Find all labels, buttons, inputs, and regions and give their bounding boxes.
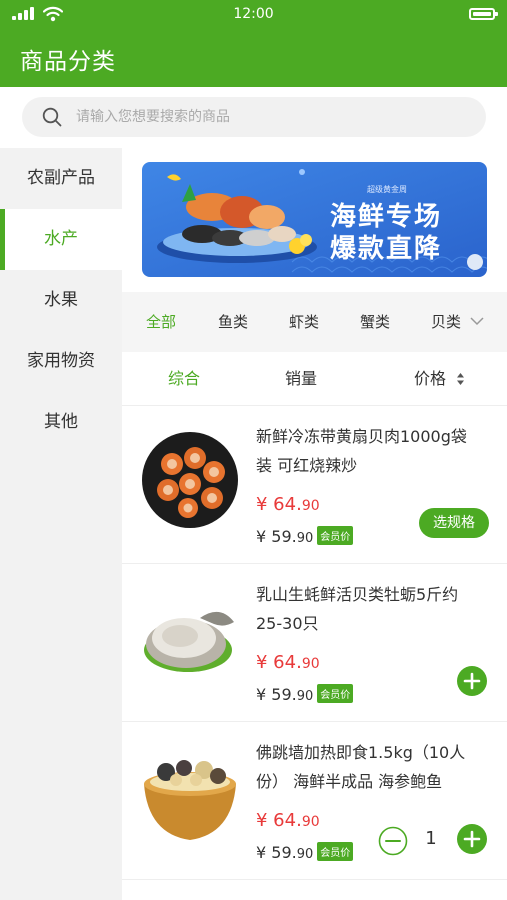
- decrease-quantity-icon[interactable]: [378, 826, 408, 856]
- tab-shrimp[interactable]: 虾类: [289, 292, 319, 352]
- seafood-promo-banner[interactable]: 超级黄金周 海鲜专场 爆款直降: [142, 162, 487, 277]
- page-title: 商品分类: [20, 49, 116, 75]
- sidebar-item-label: 家用物资: [27, 351, 95, 371]
- member-price: ¥ 59.90 会员价: [256, 842, 354, 862]
- product-image: [144, 611, 234, 672]
- product-name[interactable]: 新鲜冷冻带黄扇贝肉1000g袋装 可红烧辣炒: [256, 422, 482, 480]
- product-item[interactable]: 乳山生蚝鲜活贝类牡蛎5斤约25-30只 ¥ 64.90 ¥ 59.90 会员价: [122, 564, 507, 722]
- category-sidebar: 农副产品 水产 水果 家用物资 其他: [0, 148, 122, 900]
- tab-shellfish[interactable]: 贝类: [431, 292, 461, 352]
- member-price-decimal: 90: [296, 847, 314, 862]
- sidebar-item-fruit[interactable]: 水果: [0, 270, 122, 331]
- app-header: 12:00 商品分类: [0, 0, 507, 87]
- sidebar-item-other[interactable]: 其他: [0, 392, 122, 453]
- sidebar-item-label: 水果: [44, 290, 78, 310]
- chevron-down-icon[interactable]: [470, 316, 484, 326]
- member-price-decimal: 90: [296, 689, 314, 704]
- member-price-decimal: 90: [296, 531, 314, 546]
- member-price-integer: ¥ 59.: [256, 685, 297, 704]
- sort-sales[interactable]: 销量: [285, 352, 317, 406]
- sort-arrows-icon: [457, 373, 464, 385]
- battery-icon: [469, 8, 498, 20]
- search-input[interactable]: [76, 97, 456, 137]
- member-price: ¥ 59.90 会员价: [256, 526, 354, 546]
- price-integer: ¥ 64.: [256, 494, 302, 515]
- quantity-value[interactable]: 1: [418, 828, 444, 849]
- search-icon: [42, 107, 62, 127]
- member-badge: 会员价: [317, 526, 354, 545]
- member-badge: 会员价: [317, 684, 354, 703]
- member-badge: 会员价: [317, 842, 354, 861]
- price-decimal: 90: [301, 498, 320, 514]
- main-content: 超级黄金周 海鲜专场 爆款直降 全部 鱼类 虾类 蟹类 贝类 综合 销量 价格: [122, 148, 507, 900]
- product-item[interactable]: 新鲜冷冻带黄扇贝肉1000g袋装 可红烧辣炒 ¥ 64.90 ¥ 59.90 会员…: [122, 406, 507, 564]
- sidebar-item-aquatic[interactable]: 水产: [0, 209, 122, 270]
- banner-image: 超级黄金周 海鲜专场 爆款直降: [142, 162, 487, 277]
- banner-title-line1: 海鲜专场: [330, 202, 442, 232]
- status-bar: 12:00: [0, 0, 507, 28]
- tab-all[interactable]: 全部: [146, 292, 176, 352]
- sidebar-item-agricultural[interactable]: 农副产品: [0, 148, 122, 209]
- sidebar-item-label: 水产: [44, 229, 78, 249]
- product-price: ¥ 64.90: [256, 494, 320, 515]
- product-price: ¥ 64.90: [256, 810, 320, 831]
- increase-quantity-icon[interactable]: [457, 824, 487, 854]
- banner-subtitle: 超级黄金周: [367, 184, 407, 194]
- subcategory-tabs: 全部 鱼类 虾类 蟹类 贝类: [122, 292, 507, 352]
- sort-bar: 综合 销量 价格: [122, 352, 507, 406]
- price-decimal: 90: [301, 656, 320, 672]
- product-name[interactable]: 乳山生蚝鲜活贝类牡蛎5斤约25-30只: [256, 580, 482, 638]
- product-image: [142, 432, 238, 528]
- add-to-cart-icon[interactable]: [457, 666, 487, 696]
- tab-fish[interactable]: 鱼类: [218, 292, 248, 352]
- member-price-integer: ¥ 59.: [256, 843, 297, 862]
- status-time: 12:00: [233, 6, 274, 22]
- price-integer: ¥ 64.: [256, 652, 302, 673]
- banner-title-line2: 爆款直降: [330, 234, 442, 264]
- sort-comprehensive[interactable]: 综合: [168, 352, 200, 406]
- sort-price[interactable]: 价格: [414, 352, 446, 406]
- member-price-integer: ¥ 59.: [256, 527, 297, 546]
- sidebar-item-label: 农副产品: [27, 168, 95, 188]
- price-decimal: 90: [301, 814, 320, 830]
- member-price: ¥ 59.90 会员价: [256, 684, 354, 704]
- select-spec-button[interactable]: 选规格: [419, 508, 489, 538]
- sidebar-item-label: 其他: [44, 412, 78, 432]
- product-item[interactable]: 佛跳墙加热即食1.5kg（10人份） 海鲜半成品 海参鲍鱼 ¥ 64.90 ¥ …: [122, 722, 507, 880]
- tab-crab[interactable]: 蟹类: [360, 292, 390, 352]
- price-integer: ¥ 64.: [256, 810, 302, 831]
- product-price: ¥ 64.90: [256, 652, 320, 673]
- product-name[interactable]: 佛跳墙加热即食1.5kg（10人份） 海鲜半成品 海参鲍鱼: [256, 738, 482, 796]
- sidebar-item-household[interactable]: 家用物资: [0, 331, 122, 392]
- search-box[interactable]: [22, 97, 486, 137]
- product-image: [144, 760, 236, 840]
- search-bar: [0, 87, 507, 148]
